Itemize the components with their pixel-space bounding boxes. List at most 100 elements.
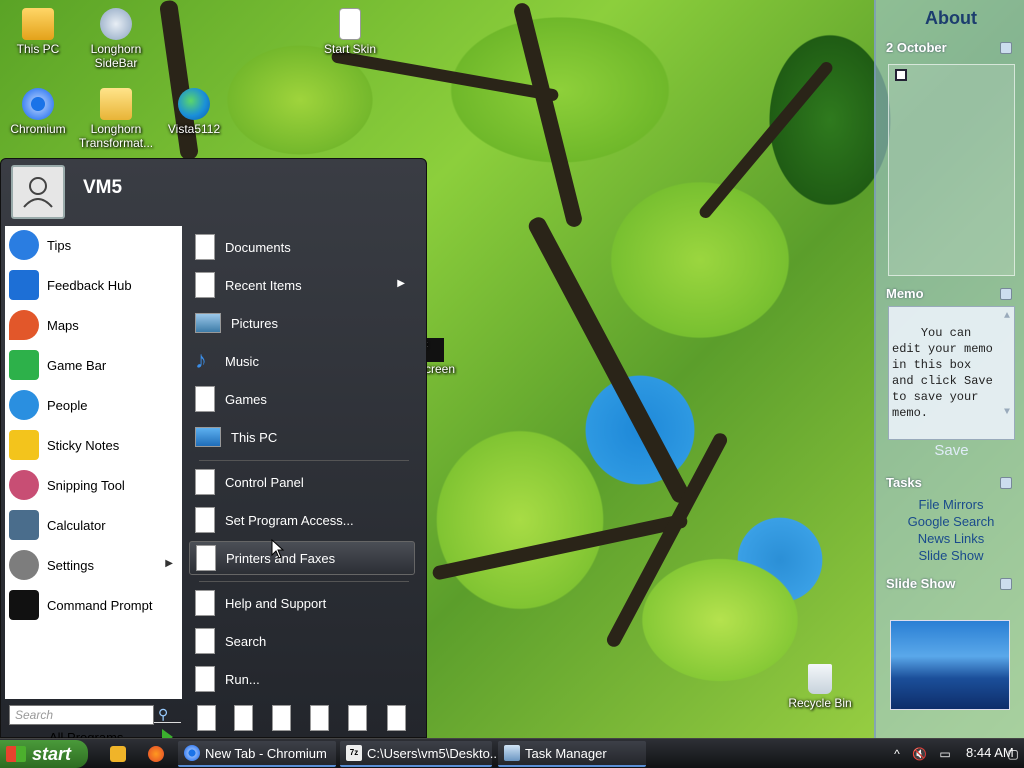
tray-overflow-chevron-icon[interactable]: ^ (890, 747, 904, 761)
taskbar-task-task-manager[interactable]: Task Manager (498, 741, 646, 767)
document-icon (195, 469, 215, 495)
place-recent-items[interactable]: Recent Items ▶ (189, 268, 415, 302)
quick-document-icon[interactable] (234, 705, 253, 731)
place-search[interactable]: Search (189, 624, 415, 658)
desktop-icon-longhorn-transformation[interactable]: Longhorn Transformat... (78, 88, 154, 150)
quick-document-icon[interactable] (197, 705, 216, 731)
notification-icon[interactable]: ▢ (1006, 747, 1020, 761)
desktop-icon-this-pc[interactable]: This PC (0, 8, 76, 56)
terminal-icon (9, 590, 39, 620)
document-icon (195, 272, 215, 298)
pinned-label: Calculator (47, 517, 106, 533)
people-icon (9, 390, 39, 420)
pinned-feedback-hub[interactable]: Feedback Hub (9, 266, 181, 304)
pinned-snipping-tool[interactable]: Snipping Tool (9, 466, 181, 504)
mouse-cursor-icon (271, 539, 285, 559)
tasks-gadget-icon[interactable] (1000, 477, 1012, 489)
documents-icon (195, 234, 215, 260)
pinned-maps[interactable]: Maps (9, 306, 181, 344)
chromium-icon (184, 745, 200, 761)
notes-gadget[interactable] (888, 64, 1015, 276)
desktop-icon-label: Longhorn Transformat... (78, 122, 154, 150)
task-link-slide-show[interactable]: Slide Show (876, 548, 1024, 563)
pinned-command-prompt[interactable]: Command Prompt (9, 586, 181, 624)
memo-gadget-icon[interactable] (1000, 288, 1012, 300)
desktop-icon-label: Longhorn SideBar (90, 42, 142, 70)
user-avatar[interactable] (11, 165, 65, 219)
wallpaper-branch (158, 0, 200, 161)
lightbulb-icon (9, 230, 39, 260)
quick-document-icon[interactable] (310, 705, 329, 731)
document-icon (195, 590, 215, 616)
start-search-input[interactable]: Search (9, 705, 154, 725)
pinned-label: Maps (47, 317, 79, 333)
sidebar-date: 2 October (886, 40, 947, 55)
place-control-panel[interactable]: Control Panel (189, 465, 415, 499)
firefox-icon[interactable] (148, 746, 164, 762)
place-label: Help and Support (225, 595, 327, 611)
note-checkbox-icon[interactable] (895, 69, 907, 81)
place-this-pc[interactable]: This PC (189, 420, 415, 454)
memo-scrollbar[interactable]: ▲ ▼ (1002, 309, 1012, 437)
wallpaper-branch (697, 59, 835, 221)
place-games[interactable]: Games (189, 382, 415, 416)
pinned-game-bar[interactable]: Game Bar (9, 346, 181, 384)
search-icon[interactable]: ⚲ (158, 706, 168, 723)
pinned-label: Tips (47, 237, 72, 253)
pinned-label: Command Prompt (47, 597, 153, 613)
pinned-settings[interactable]: Settings ▶ (9, 546, 181, 584)
start-button[interactable]: start (0, 740, 88, 768)
desktop-icon-recycle-bin[interactable]: Recycle Bin (780, 664, 860, 710)
place-label: Set Program Access... (225, 512, 354, 528)
quick-document-icon[interactable] (272, 705, 291, 731)
place-music[interactable]: ♪ Music (189, 344, 415, 378)
place-set-program-access[interactable]: Set Program Access... (189, 503, 415, 537)
place-pictures[interactable]: Pictures (189, 306, 415, 340)
submenu-arrow-icon: ▶ (165, 558, 173, 569)
pinned-people[interactable]: People (9, 386, 181, 424)
place-help-and-support[interactable]: Help and Support (189, 586, 415, 620)
pinned-label: Feedback Hub (47, 277, 132, 293)
slideshow-image[interactable] (890, 620, 1010, 710)
desktop-icon-label: Chromium (10, 122, 66, 136)
desktop-icon-label: Vista5112 (167, 122, 221, 136)
pinned-tips[interactable]: Tips (9, 226, 181, 264)
desktop-icon-start-skin[interactable]: Start Skin (312, 8, 388, 56)
separator (199, 581, 409, 582)
start-menu: VM5 Tips Feedback Hub Maps Game Bar Peop… (0, 158, 427, 745)
document-icon (195, 666, 215, 692)
quick-document-icon[interactable] (387, 705, 406, 731)
task-link-news-links[interactable]: News Links (876, 531, 1024, 546)
place-label: Games (225, 391, 267, 407)
slideshow-heading: Slide Show (886, 576, 956, 591)
network-icon[interactable]: ▭ (938, 747, 952, 761)
place-label: Recent Items (225, 277, 302, 293)
map-pin-icon (9, 310, 39, 340)
calculator-icon (9, 510, 39, 540)
place-label: This PC (231, 429, 278, 445)
pinned-sticky-notes[interactable]: Sticky Notes (9, 426, 181, 464)
pinned-calculator[interactable]: Calculator (9, 506, 181, 544)
pinned-label: Settings (47, 557, 94, 573)
taskbar-task-7zip[interactable]: 7z C:\Users\vm5\Deskto... (340, 741, 501, 767)
memo-save-button[interactable]: Save (888, 442, 1015, 459)
file-explorer-icon[interactable] (110, 746, 126, 762)
pinned-label: People (47, 397, 88, 413)
desktop-icon-vista5112[interactable]: Vista5112 (156, 88, 232, 136)
memo-textarea[interactable]: You can edit your memo in this box and c… (888, 306, 1015, 440)
folder-icon (22, 8, 54, 40)
volume-muted-icon[interactable]: 🔇 (912, 747, 927, 761)
desktop-icon-longhorn-sidebar[interactable]: Longhorn SideBar (78, 8, 154, 70)
slideshow-gadget-icon[interactable] (1000, 578, 1012, 590)
desktop-icon-chromium[interactable]: Chromium (0, 88, 76, 136)
place-run[interactable]: Run... (189, 662, 415, 696)
place-printers-and-faxes[interactable]: Printers and Faxes (189, 541, 415, 575)
place-documents[interactable]: Documents (189, 230, 415, 264)
taskbar-task-chromium[interactable]: New Tab - Chromium (178, 741, 336, 767)
place-label: Pictures (231, 315, 278, 331)
user-name: VM5 (83, 177, 123, 198)
notes-gadget-icon[interactable] (1000, 42, 1012, 54)
task-link-google-search[interactable]: Google Search (876, 514, 1024, 529)
task-link-file-mirrors[interactable]: File Mirrors (876, 497, 1024, 512)
quick-document-icon[interactable] (348, 705, 367, 731)
